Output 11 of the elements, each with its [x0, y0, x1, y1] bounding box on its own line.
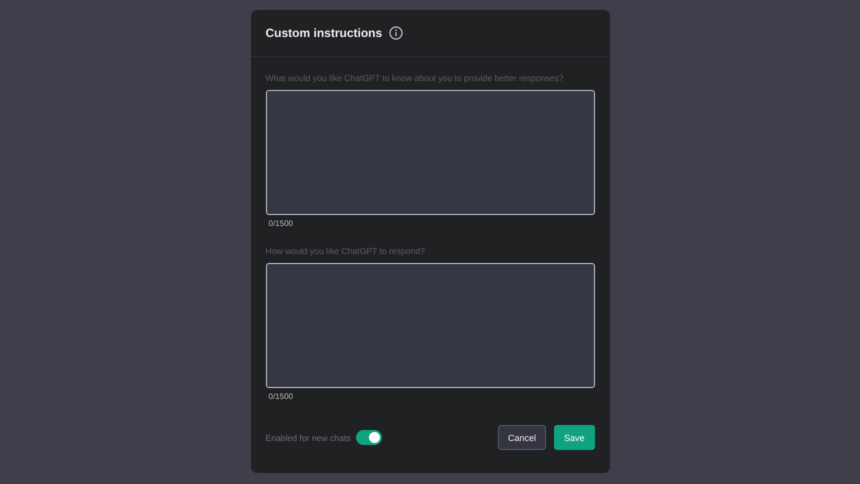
- character-counter: 0/1500: [268, 219, 294, 230]
- text-area[interactable]: [266, 90, 594, 215]
- toggle-switch[interactable]: [356, 430, 382, 445]
- character-counter: 0/1500: [268, 392, 294, 403]
- info-icon[interactable]: [389, 26, 404, 40]
- toggle-label: Enabled for new chats: [266, 432, 351, 442]
- cancel-button[interactable]: Cancel: [498, 425, 546, 450]
- dialog-title: Custom instructions: [266, 26, 382, 40]
- text-area[interactable]: [266, 263, 594, 388]
- field-label: How would you like ChatGPT to respond?: [266, 246, 426, 256]
- field-label: What would you like ChatGPT to know about you to provide better responses?: [266, 73, 564, 83]
